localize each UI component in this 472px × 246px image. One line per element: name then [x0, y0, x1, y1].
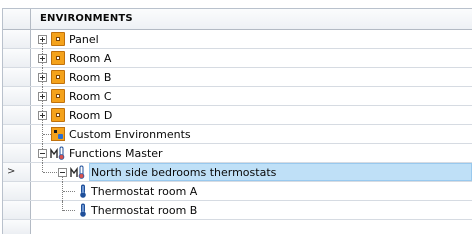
grid-header: ENVIRONMENTS: [3, 9, 472, 30]
custom-environment-icon: [51, 127, 65, 141]
tree-row-north-side-bedrooms-thermostats[interactable]: > North side bedrooms thermostats: [3, 163, 472, 182]
tree-node-label: Panel: [69, 33, 99, 46]
environment-icon: [51, 51, 65, 65]
row-handle[interactable]: [3, 182, 31, 200]
row-handle[interactable]: [3, 87, 31, 105]
header-row-handle: [3, 9, 31, 29]
expand-icon[interactable]: [38, 54, 47, 63]
row-handle[interactable]: [3, 106, 31, 124]
row-handle[interactable]: [3, 30, 31, 48]
column-header-environments[interactable]: ENVIRONMENTS: [40, 13, 133, 24]
tree-node-label: Thermostat room A: [91, 185, 198, 198]
collapse-icon[interactable]: [58, 168, 67, 177]
tree-node-label: North side bedrooms thermostats: [91, 166, 277, 179]
row-handle[interactable]: [3, 125, 31, 143]
tree-node-label: Custom Environments: [69, 128, 191, 141]
tree-node-label: Room A: [69, 52, 112, 65]
environment-icon: [51, 70, 65, 84]
expand-icon[interactable]: [38, 73, 47, 82]
environment-icon: [51, 89, 65, 103]
row-handle-selected[interactable]: >: [3, 163, 31, 181]
current-row-indicator: >: [7, 166, 16, 177]
tree-row-panel[interactable]: Panel: [3, 30, 472, 49]
tree-node-label: Room D: [69, 109, 113, 122]
expand-icon[interactable]: [38, 92, 47, 101]
environment-icon: [51, 108, 65, 122]
tree-row-thermostat-room-a[interactable]: Thermostat room A: [3, 182, 472, 201]
row-handle[interactable]: [3, 49, 31, 67]
tree-row-room-a[interactable]: Room A: [3, 49, 472, 68]
row-handle: [3, 220, 31, 234]
tree-node-label: Room B: [69, 71, 112, 84]
functions-icon: [50, 146, 65, 160]
thermostat-icon: [80, 203, 86, 217]
expand-icon[interactable]: [38, 111, 47, 120]
row-handle[interactable]: [3, 144, 31, 162]
tree-row-room-d[interactable]: Room D: [3, 106, 472, 125]
functions-icon: [70, 165, 85, 179]
collapse-icon[interactable]: [38, 149, 47, 158]
tree-row-functions-master[interactable]: Functions Master: [3, 144, 472, 163]
empty-row: [3, 220, 472, 234]
environment-icon: [51, 32, 65, 46]
tree-node-label: Thermostat room B: [91, 204, 198, 217]
thermostat-icon: [80, 184, 86, 198]
tree-node-label: Room C: [69, 90, 112, 103]
tree-row-room-b[interactable]: Room B: [3, 68, 472, 87]
expand-icon[interactable]: [38, 35, 47, 44]
row-handle[interactable]: [3, 201, 31, 219]
tree-row-custom-environments[interactable]: Custom Environments: [3, 125, 472, 144]
tree-row-room-c[interactable]: Room C: [3, 87, 472, 106]
tree-node-label: Functions Master: [69, 147, 163, 160]
row-handle[interactable]: [3, 68, 31, 86]
tree-row-thermostat-room-b[interactable]: Thermostat room B: [3, 201, 472, 220]
